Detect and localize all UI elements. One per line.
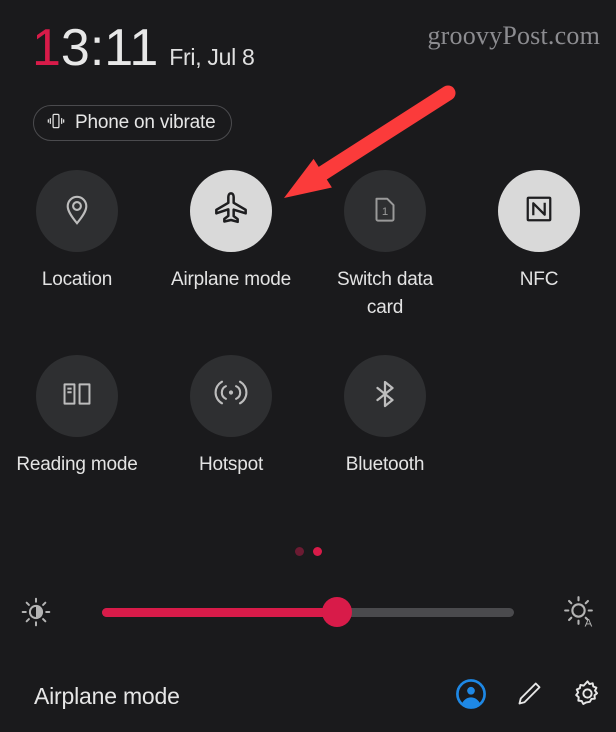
footer-title: Airplane mode (34, 682, 180, 709)
svg-text:A: A (585, 617, 593, 629)
sound-mode-label: Phone on vibrate (75, 112, 216, 133)
tile-bluetooth[interactable]: Bluetooth (308, 355, 462, 479)
tile-hotspot-circle[interactable] (190, 355, 272, 437)
edit-pencil-icon (514, 679, 544, 714)
sound-mode-pill[interactable]: Phone on vibrate (33, 105, 233, 141)
brightness-slider-fill (102, 607, 337, 617)
page-dot-1[interactable] (294, 547, 304, 556)
tile-reading-mode-label: Reading mode (16, 454, 138, 475)
tile-location[interactable]: Location (0, 170, 154, 322)
tile-nfc-circle[interactable] (498, 170, 580, 252)
tile-hotspot-label: Hotspot (198, 454, 264, 475)
settings-button[interactable] (558, 678, 616, 714)
sim-card-1-icon: 1 (368, 192, 402, 231)
quick-settings-panel: 13:11 Fri, Jul 8 groovyPost.com Phone on… (0, 0, 616, 732)
tile-empty-slot (462, 355, 616, 479)
quick-settings-row-1: Location Airplane mode 1 Switch data car… (0, 170, 616, 322)
tile-switch-data-card[interactable]: 1 Switch data card (308, 170, 462, 322)
svg-text:1: 1 (382, 206, 388, 218)
tile-nfc-label: NFC (519, 269, 559, 290)
tile-reading-mode[interactable]: Reading mode (0, 355, 154, 479)
brightness-slider-track[interactable] (102, 597, 514, 627)
bluetooth-icon (367, 376, 403, 417)
quick-settings-row-2: Reading mode Hotspot Bluetooth (0, 355, 616, 479)
hotspot-icon (213, 376, 249, 417)
tile-location-label: Location (41, 269, 113, 290)
location-pin-icon (59, 191, 95, 232)
tile-hotspot[interactable]: Hotspot (154, 355, 308, 479)
clock-accent-digit: 1 (32, 19, 61, 77)
brightness-low-icon (0, 595, 72, 629)
panel-footer: Airplane mode (0, 660, 616, 732)
clock-date: Fri, Jul 8 (169, 44, 255, 70)
status-header: 13:11 Fri, Jul 8 groovyPost.com Phone on… (0, 0, 616, 160)
watermark: groovyPost.com (427, 21, 600, 50)
nfc-icon (521, 191, 557, 232)
user-account-icon (455, 678, 487, 715)
user-account-button[interactable] (442, 678, 500, 715)
tile-nfc[interactable]: NFC (462, 170, 616, 322)
clock-time: 13:11 (32, 22, 158, 74)
page-indicator[interactable] (0, 547, 616, 556)
clock-rest-digits: 3:11 (60, 19, 159, 77)
tile-reading-mode-circle[interactable] (36, 355, 118, 437)
brightness-auto-icon[interactable]: A (544, 594, 616, 630)
tile-bluetooth-circle[interactable] (344, 355, 426, 437)
brightness-slider-thumb[interactable] (321, 597, 352, 627)
settings-gear-icon (572, 678, 603, 714)
tile-switch-data-card-circle[interactable]: 1 (344, 170, 426, 252)
tile-airplane-mode[interactable]: Airplane mode (154, 170, 308, 322)
tile-airplane-mode-circle[interactable] (190, 170, 272, 252)
airplane-icon (211, 189, 251, 234)
tile-location-circle[interactable] (36, 170, 118, 252)
tile-airplane-mode-label: Airplane mode (171, 269, 291, 290)
tile-switch-data-card-label: Switch data card (336, 269, 434, 318)
brightness-slider-row: A (0, 588, 616, 636)
page-dot-2[interactable] (312, 547, 322, 556)
book-icon (60, 377, 94, 416)
edit-button[interactable] (500, 679, 558, 714)
vibrate-icon (46, 111, 66, 136)
clock: 13:11 Fri, Jul 8 (32, 22, 255, 74)
tile-bluetooth-label: Bluetooth (345, 454, 425, 475)
